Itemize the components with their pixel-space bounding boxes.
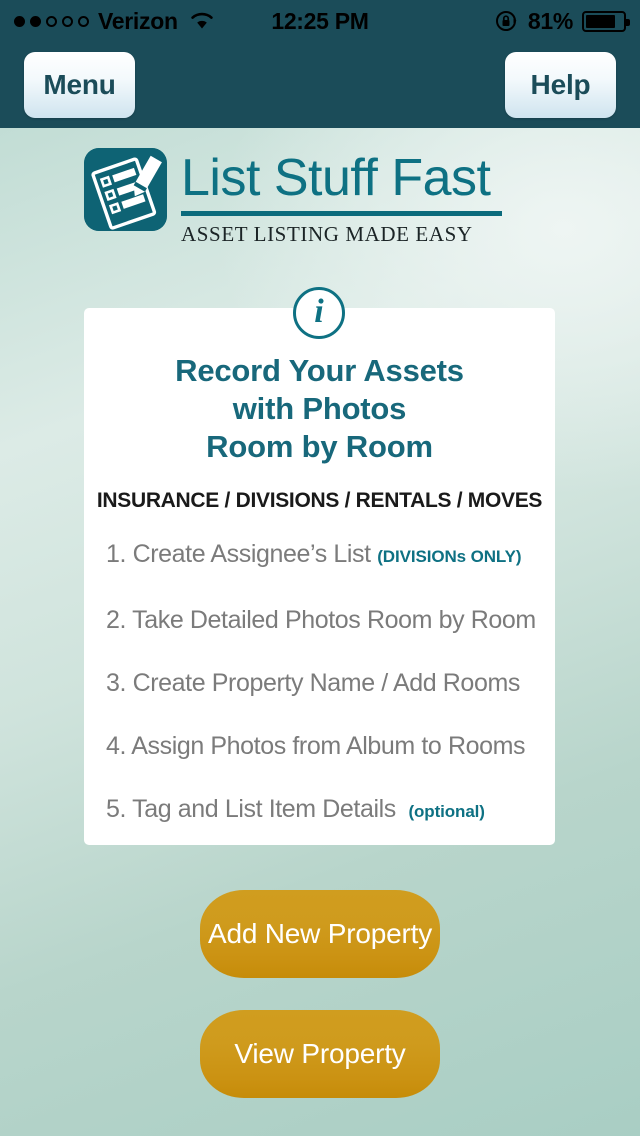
brand-header: List Stuff Fast ASSET LISTING MADE EASY [84,148,502,247]
status-bar-right: 81% [495,7,630,35]
help-button[interactable]: Help [505,52,616,118]
status-bar: Verizon 12:25 PM 81% [0,0,640,42]
navigation-bar: Menu Help [0,42,640,128]
carrier-label: Verizon [98,7,178,34]
battery-percent-label: 81% [527,7,573,34]
title-underline [181,211,502,216]
signal-strength-dots [14,15,89,27]
step-text: 3. Create Property Name / Add Rooms [106,669,520,697]
card-subheading: INSURANCE / DIVISIONS / RENTALS / MOVES [96,489,543,512]
list-item: 2. Take Detailed Photos Room by Room [106,605,537,635]
app-screen: Verizon 12:25 PM 81% Menu Help List Stuf… [0,0,640,1136]
card-heading-line-1: Record Your Assets [175,353,464,388]
list-item: 4. Assign Photos from Album to Rooms [106,731,537,761]
app-tagline: ASSET LISTING MADE EASY [181,222,473,246]
signal-dot-4 [62,15,73,27]
info-icon-glyph: i [314,293,324,330]
battery-icon [582,10,630,32]
list-item: 1. Create Assignee’s List (DIVISIONs ONL… [106,539,537,572]
signal-dot-1 [14,15,25,27]
card-heading-line-2: with Photos [232,391,407,426]
signal-dot-2 [30,15,41,27]
rotation-lock-icon [495,11,517,31]
battery-fill [586,14,616,28]
add-new-property-button[interactable]: Add New Property [200,890,440,978]
card-heading: Record Your Assets with Photos Room by R… [84,352,555,466]
info-icon[interactable]: i [293,287,345,339]
status-bar-left: Verizon [14,8,495,35]
signal-dot-3 [46,15,57,27]
list-item: 5. Tag and List Item Details (optional) [106,794,537,827]
step-note: (DIVISIONs ONLY) [377,547,522,566]
card-heading-line-3: Room by Room [206,429,433,464]
step-text: 5. Tag and List Item Details [106,795,396,823]
step-text: 4. Assign Photos from Album to Rooms [106,732,526,760]
clipboard-checklist-pencil-icon [84,148,167,231]
steps-list: 1. Create Assignee’s List (DIVISIONs ONL… [84,539,555,827]
signal-dot-5 [78,15,89,27]
step-note: (optional) [408,802,485,821]
view-property-button[interactable]: View Property [200,1010,440,1098]
instructions-card: Record Your Assets with Photos Room by R… [84,308,555,845]
step-text: 2. Take Detailed Photos Room by Room [106,606,536,634]
list-item: 3. Create Property Name / Add Rooms [106,668,537,698]
menu-button[interactable]: Menu [24,52,135,118]
step-text: 1. Create Assignee’s List [106,540,371,568]
brand-text-block: List Stuff Fast ASSET LISTING MADE EASY [181,148,502,247]
wifi-icon [191,12,213,29]
app-title: List Stuff Fast [181,149,491,207]
